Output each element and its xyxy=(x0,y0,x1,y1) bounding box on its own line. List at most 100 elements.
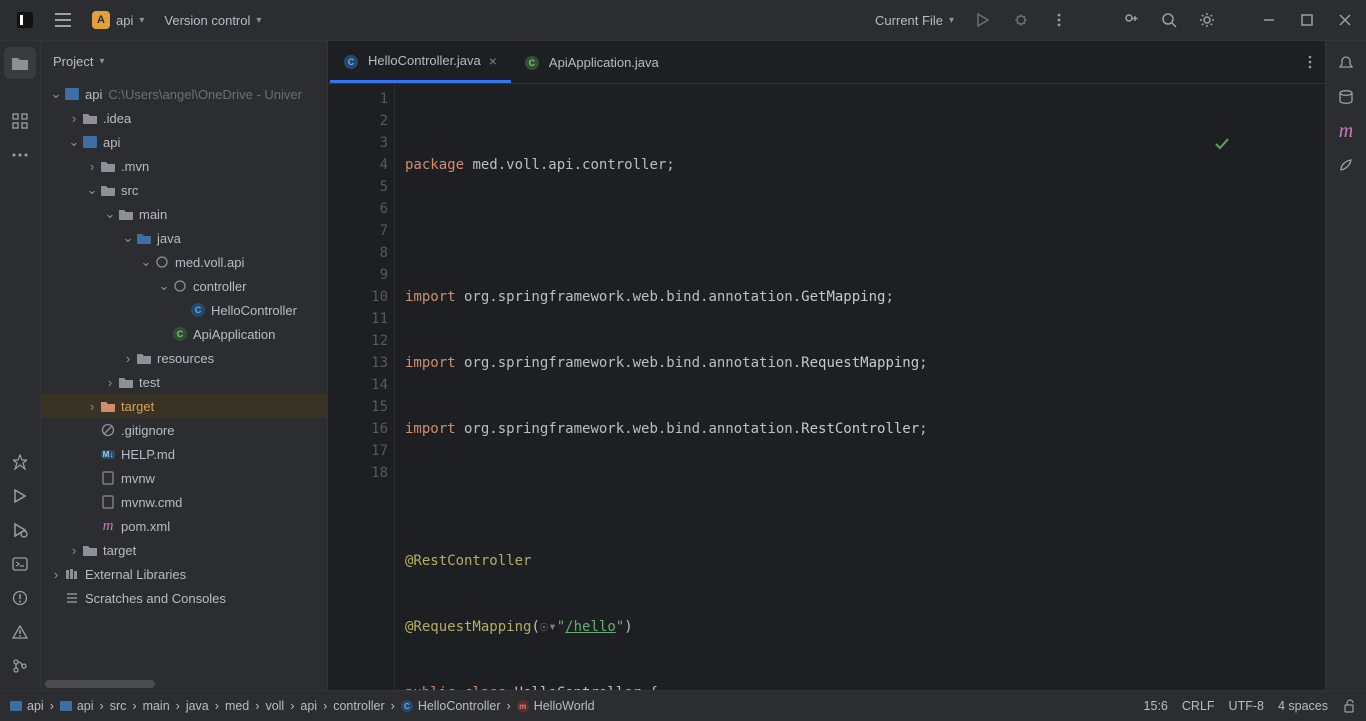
chevron-right-icon: › xyxy=(85,399,99,414)
tree-item-selected[interactable]: ›target xyxy=(41,394,327,418)
vcs-tool-button[interactable] xyxy=(4,650,36,682)
breadcrumb-item[interactable]: java xyxy=(186,699,209,713)
libraries-icon xyxy=(63,568,81,580)
line-number: 2 xyxy=(328,110,388,132)
project-panel-title: Project xyxy=(53,54,93,69)
tab-options-button[interactable] xyxy=(1295,41,1325,83)
line-number: 6 xyxy=(328,198,388,220)
tree-item[interactable]: CApiApplication xyxy=(41,322,327,346)
tree-label: mvnw.cmd xyxy=(121,495,182,510)
project-tool-button[interactable] xyxy=(4,47,36,79)
breadcrumb-item[interactable]: api xyxy=(60,699,94,713)
tree-item[interactable]: ⌄med.voll.api xyxy=(41,250,327,274)
breadcrumb-item[interactable]: mHelloWorld xyxy=(517,699,595,713)
tree-label: mvnw xyxy=(121,471,155,486)
tree-item[interactable]: ›test xyxy=(41,370,327,394)
tree-root[interactable]: ⌄ api C:\Users\angel\OneDrive - Univer xyxy=(41,82,327,106)
project-dropdown[interactable]: A api ▾ xyxy=(84,7,152,33)
tree-label: HELP.md xyxy=(121,447,175,462)
gitignore-icon xyxy=(99,423,117,437)
gutter[interactable]: 1 2 3 4 5 6 7 8 9 10 11 12 13 14 15 16 1 xyxy=(328,84,395,690)
scratches-icon xyxy=(63,592,81,604)
code-editor[interactable]: 1 2 3 4 5 6 7 8 9 10 11 12 13 14 15 16 1 xyxy=(328,84,1325,690)
run-button[interactable] xyxy=(966,3,1000,37)
more-tools-button[interactable] xyxy=(4,139,36,171)
line-separator[interactable]: CRLF xyxy=(1182,699,1215,713)
inspection-ok-icon[interactable] xyxy=(1214,92,1315,196)
breadcrumb-item[interactable]: CHelloController xyxy=(401,699,501,713)
run-tool-button[interactable] xyxy=(4,480,36,512)
tree-item[interactable]: M↓HELP.md xyxy=(41,442,327,466)
folder-icon xyxy=(81,544,99,556)
tree-item[interactable]: ⌄src xyxy=(41,178,327,202)
chevron-down-icon: ▾ xyxy=(949,15,954,26)
problems-tool-button[interactable] xyxy=(4,582,36,614)
tab-hello-controller[interactable]: C HelloController.java × xyxy=(330,41,511,83)
project-panel-header[interactable]: Project ▾ xyxy=(41,41,327,82)
breadcrumb-item[interactable]: controller xyxy=(333,699,384,713)
breadcrumb-item[interactable]: api xyxy=(10,699,44,713)
file-encoding[interactable]: UTF-8 xyxy=(1229,699,1264,713)
tree-item[interactable]: mpom.xml xyxy=(41,514,327,538)
run-config-dropdown[interactable]: Current File ▾ xyxy=(867,9,962,32)
tree-item[interactable]: ›resources xyxy=(41,346,327,370)
breadcrumb-item[interactable]: api xyxy=(300,699,317,713)
package-icon xyxy=(153,256,171,268)
bookmarks-tool-button[interactable] xyxy=(4,446,36,478)
code-with-me-button[interactable] xyxy=(1114,3,1148,37)
tree-item[interactable]: ›External Libraries xyxy=(41,562,327,586)
tab-api-application[interactable]: C ApiApplication.java xyxy=(511,41,673,83)
close-tab-button[interactable]: × xyxy=(489,53,497,69)
maven-icon: m xyxy=(99,518,117,535)
debug-button[interactable] xyxy=(1004,3,1038,37)
maven-tool-button[interactable]: m xyxy=(1330,115,1362,147)
tree-item[interactable]: mvnw xyxy=(41,466,327,490)
tree-label: med.voll.api xyxy=(175,255,244,270)
tree-item[interactable]: ›.idea xyxy=(41,106,327,130)
warnings-tool-button[interactable] xyxy=(4,616,36,648)
tree-item[interactable]: ⌄main xyxy=(41,202,327,226)
tree-item[interactable]: Scratches and Consoles xyxy=(41,586,327,610)
tree-label: controller xyxy=(193,279,246,294)
more-actions-button[interactable] xyxy=(1042,3,1076,37)
excluded-folder-icon xyxy=(99,400,117,412)
breadcrumb-item[interactable]: main xyxy=(143,699,170,713)
services-tool-button[interactable] xyxy=(4,514,36,546)
breadcrumb-item[interactable]: src xyxy=(110,699,127,713)
line-number: 1 xyxy=(328,88,388,110)
tree-label: api xyxy=(85,87,102,102)
readonly-toggle[interactable] xyxy=(1342,699,1356,713)
chevron-right-icon: › xyxy=(103,375,117,390)
tree-item[interactable]: ›.mvn xyxy=(41,154,327,178)
code-content[interactable]: package med.voll.api.controller; import … xyxy=(395,84,1325,690)
search-button[interactable] xyxy=(1152,3,1186,37)
tree-item[interactable]: ⌄controller xyxy=(41,274,327,298)
horizontal-scrollbar[interactable] xyxy=(45,680,155,688)
tree-item[interactable]: ›target xyxy=(41,538,327,562)
minimize-button[interactable] xyxy=(1252,3,1286,37)
tree-item[interactable]: CHelloController xyxy=(41,298,327,322)
tree-label: java xyxy=(157,231,181,246)
maximize-button[interactable] xyxy=(1290,3,1324,37)
indent-setting[interactable]: 4 spaces xyxy=(1278,699,1328,713)
line-number: 15 xyxy=(328,396,388,418)
structure-tool-button[interactable] xyxy=(4,105,36,137)
close-window-button[interactable] xyxy=(1328,3,1362,37)
chevron-down-icon: ⌄ xyxy=(85,182,99,198)
spring-tool-button[interactable] xyxy=(1330,149,1362,181)
settings-button[interactable] xyxy=(1190,3,1224,37)
caret-position[interactable]: 15:6 xyxy=(1144,699,1168,713)
vcs-dropdown[interactable]: Version control ▾ xyxy=(156,9,269,32)
notifications-button[interactable] xyxy=(1330,47,1362,79)
terminal-tool-button[interactable] xyxy=(4,548,36,580)
tree-item[interactable]: ⌄api xyxy=(41,130,327,154)
main-menu-button[interactable] xyxy=(46,3,80,37)
breadcrumb-item[interactable]: voll xyxy=(265,699,284,713)
breadcrumb-item[interactable]: med xyxy=(225,699,249,713)
tree-label: api xyxy=(103,135,120,150)
database-tool-button[interactable] xyxy=(1330,81,1362,113)
tree-label: resources xyxy=(157,351,214,366)
tree-item[interactable]: mvnw.cmd xyxy=(41,490,327,514)
tree-item[interactable]: .gitignore xyxy=(41,418,327,442)
tree-item[interactable]: ⌄java xyxy=(41,226,327,250)
